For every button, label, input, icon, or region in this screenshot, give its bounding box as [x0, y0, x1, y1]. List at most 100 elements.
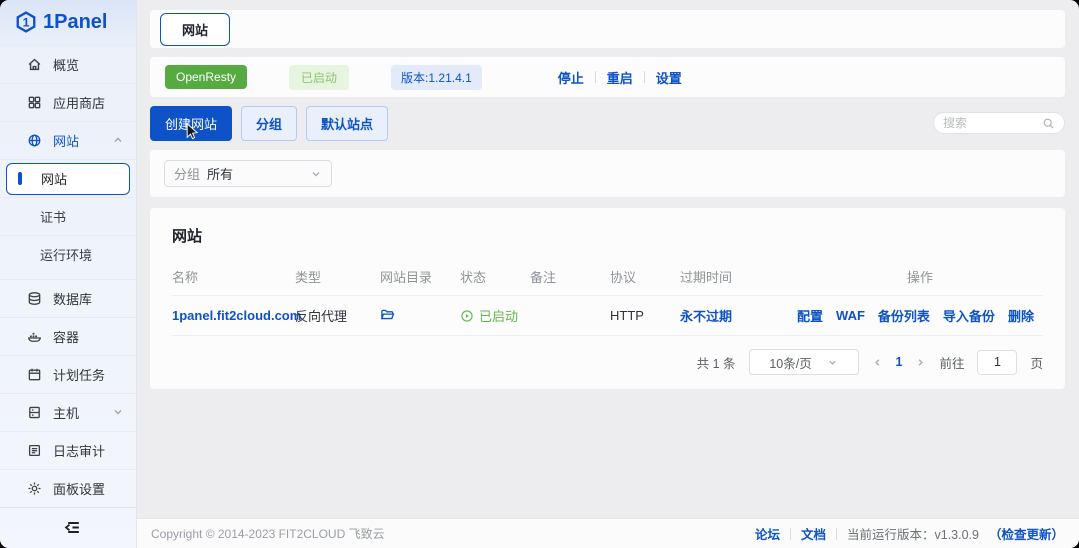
- sidebar-item-label: 数据库: [53, 291, 93, 307]
- search-input[interactable]: [943, 116, 1042, 130]
- globe-icon: [28, 134, 41, 147]
- server-icon: [29, 406, 40, 419]
- svg-text:1: 1: [23, 16, 30, 30]
- website-name-link[interactable]: 1panel.fit2cloud.com: [172, 308, 301, 323]
- page-size-value: 10条/页: [769, 356, 812, 371]
- sidebar-item-label: 网站: [53, 133, 80, 149]
- sidebar-subitem-runtime[interactable]: 运行环境: [0, 234, 136, 273]
- total-count: 共 1 条: [696, 356, 736, 371]
- sidebar-item-label: 计划任务: [53, 367, 106, 383]
- copyright-text: Copyright © 2014-2023 FIT2CLOUD 飞致云: [151, 527, 385, 541]
- sidebar-subitem-cert[interactable]: 证书: [0, 196, 136, 235]
- sidebar-item-label: 日志审计: [53, 443, 106, 459]
- check-update-link[interactable]: （检查更新）: [989, 524, 1064, 543]
- sidebar-item-label: 主机: [53, 405, 80, 421]
- sidebar-subitem-website[interactable]: 网站: [6, 162, 130, 195]
- prev-page-icon[interactable]: [872, 357, 883, 368]
- sidebar-item-label: 应用商店: [53, 95, 106, 111]
- column-actions: 操作: [797, 259, 1043, 296]
- container-whale-icon: [27, 332, 42, 342]
- sidebar-subitem-website-wrap: 网站: [0, 158, 136, 197]
- home-icon: [28, 58, 41, 71]
- docs-link[interactable]: 文档: [801, 524, 826, 543]
- running-version-text: 当前运行版本：v1.3.0.9: [847, 528, 979, 542]
- folder-icon[interactable]: [380, 307, 395, 322]
- sidebar-item-cronjob[interactable]: 计划任务: [0, 354, 136, 393]
- tab-website[interactable]: 网站: [160, 12, 231, 46]
- service-status-bar: OpenResty 已启动 版本:1.21.4.1 停止 重启 设置: [150, 57, 1065, 97]
- appstore-icon: [28, 96, 41, 109]
- chevron-down-icon: [312, 171, 320, 177]
- column-expire: 过期时间: [680, 259, 797, 296]
- next-page-icon[interactable]: [915, 357, 926, 368]
- chevron-down-icon: [114, 410, 122, 415]
- column-directory: 网站目录: [380, 259, 460, 296]
- website-type: 反向代理: [295, 309, 348, 324]
- log-document-icon: [28, 444, 41, 456]
- sidebar-item-appstore[interactable]: 应用商店: [0, 82, 136, 121]
- import-backup-link[interactable]: 导入备份: [943, 306, 995, 325]
- expire-link[interactable]: 永不过期: [680, 309, 732, 324]
- forum-link[interactable]: 论坛: [755, 524, 780, 543]
- config-link[interactable]: 配置: [797, 306, 823, 325]
- main-content: 网站 OpenResty 已启动 版本:1.21.4.1 停止 重启 设置 创建…: [137, 0, 1079, 548]
- toolbar: 创建网站 分组 默认站点: [150, 105, 1065, 141]
- column-status: 状态: [460, 259, 530, 296]
- service-actions: 停止 重启 设置: [558, 68, 682, 87]
- logo[interactable]: 1 1Panel: [0, 0, 136, 45]
- sidebar-item-settings[interactable]: 面板设置: [0, 468, 136, 507]
- sidebar-item-logs[interactable]: 日志审计: [0, 430, 136, 469]
- app-window: 1 1Panel 概览 应用商店 网站 网站 证书 运行环境 数据库 容器 计划…: [0, 0, 1079, 548]
- chevron-down-icon: [829, 360, 836, 365]
- search-box: [933, 112, 1065, 134]
- service-name-badge: OpenResty: [165, 65, 248, 89]
- content-filler: [150, 389, 1065, 518]
- service-version-badge: 版本:1.21.4.1: [391, 64, 482, 90]
- sidebar-item-container[interactable]: 容器: [0, 316, 136, 355]
- restart-service-link[interactable]: 重启: [607, 68, 633, 87]
- footer-links: 论坛 文档 当前运行版本：v1.3.0.9 （检查更新）: [755, 524, 1064, 543]
- sidebar-subitem-label: 证书: [40, 209, 67, 225]
- sidebar-menu: 概览 应用商店 网站 网站 证书 运行环境 数据库 容器 计划任务 主机 日志审…: [0, 44, 136, 507]
- status-badge: 已启动: [460, 306, 530, 325]
- sidebar-item-label: 概览: [53, 57, 80, 73]
- website-protocol: HTTP: [610, 308, 644, 323]
- waf-link[interactable]: WAF: [836, 308, 865, 323]
- service-settings-link[interactable]: 设置: [656, 68, 682, 87]
- stop-service-link[interactable]: 停止: [558, 68, 584, 87]
- goto-page-input[interactable]: [977, 349, 1018, 375]
- table-header-row: 名称 类型 网站目录 状态 备注 协议 过期时间 操作: [172, 259, 1043, 296]
- footer: Copyright © 2014-2023 FIT2CLOUD 飞致云 论坛 文…: [137, 518, 1079, 548]
- backup-list-link[interactable]: 备份列表: [878, 306, 930, 325]
- goto-label: 前往: [939, 356, 965, 371]
- page-size-select[interactable]: 10条/页: [748, 349, 859, 375]
- collapse-sidebar-icon[interactable]: [62, 518, 81, 537]
- row-actions: 配置 WAF 备份列表 导入备份 删除: [797, 306, 1043, 325]
- default-site-button[interactable]: 默认站点: [306, 105, 389, 141]
- delete-link[interactable]: 删除: [1008, 306, 1034, 325]
- create-website-button[interactable]: 创建网站: [150, 105, 233, 141]
- column-type: 类型: [295, 259, 380, 296]
- chevron-up-icon: [114, 137, 122, 143]
- sidebar-item-host[interactable]: 主机: [0, 392, 136, 431]
- sidebar-item-label: 面板设置: [53, 481, 106, 497]
- group-filter-select[interactable]: 分组 所有: [164, 160, 332, 187]
- logo-title: 1Panel: [43, 10, 108, 33]
- sidebar-collapse-row: [0, 506, 136, 548]
- sidebar-item-database[interactable]: 数据库: [0, 278, 136, 317]
- active-indicator-bar: [18, 172, 22, 186]
- page-unit-label: 页: [1030, 356, 1043, 371]
- page-number[interactable]: 1: [896, 355, 903, 369]
- websites-table: 名称 类型 网站目录 状态 备注 协议 过期时间 操作 1panel.fit2c…: [172, 259, 1043, 336]
- card-title: 网站: [172, 228, 203, 245]
- group-button[interactable]: 分组: [241, 105, 298, 141]
- group-filter-label: 分组: [174, 167, 201, 182]
- play-circle-icon: [461, 309, 473, 322]
- group-filter-value: 所有: [207, 167, 234, 182]
- database-icon: [28, 292, 41, 305]
- calendar-icon: [28, 368, 41, 381]
- gear-icon: [28, 482, 41, 495]
- search-icon[interactable]: [1042, 117, 1055, 130]
- sidebar-item-website[interactable]: 网站: [0, 120, 136, 159]
- sidebar-item-overview[interactable]: 概览: [0, 44, 136, 83]
